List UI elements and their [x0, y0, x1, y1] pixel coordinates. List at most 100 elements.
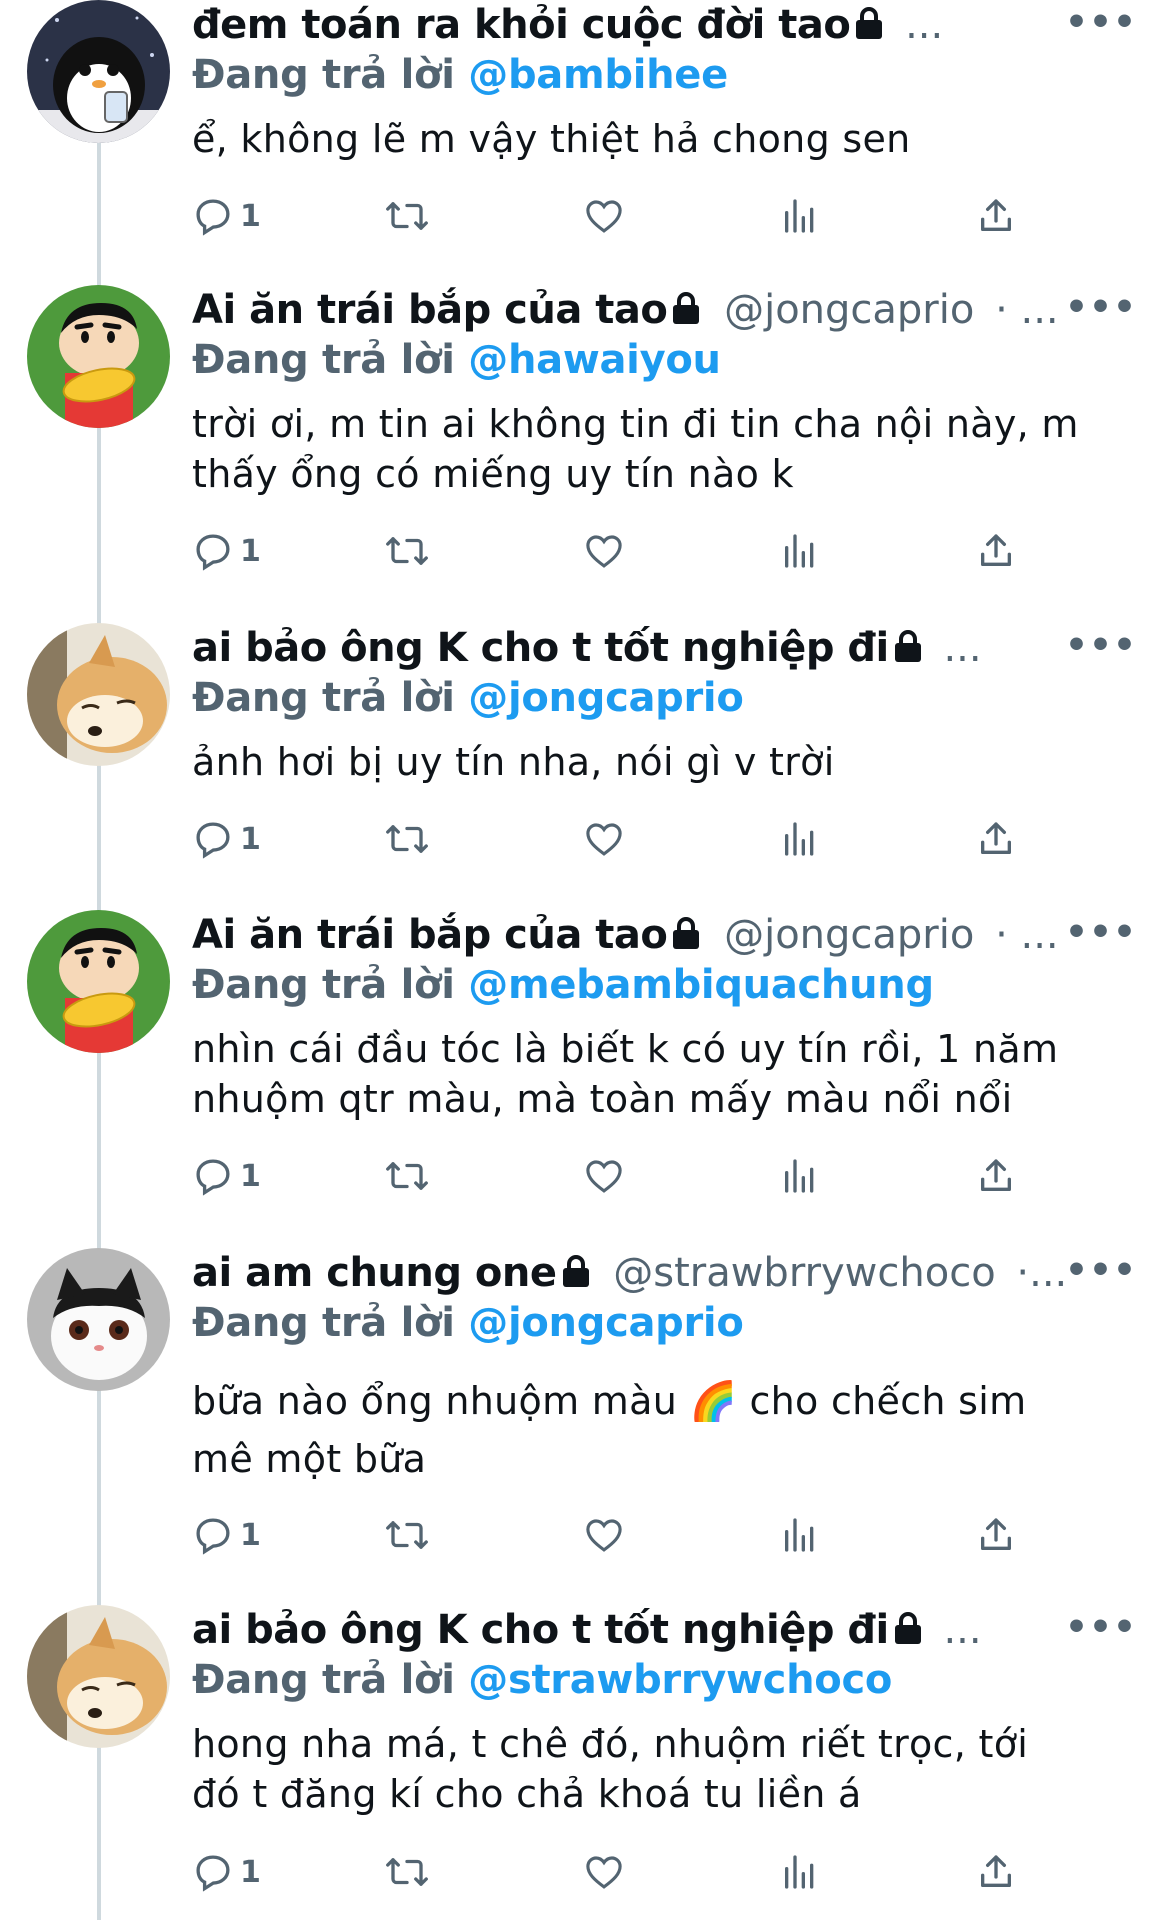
share-button[interactable]	[976, 526, 1016, 576]
shinchan-corn-avatar[interactable]	[27, 285, 170, 428]
action-bar: 1	[192, 1847, 1032, 1897]
reply-button[interactable]: 1	[192, 1151, 261, 1201]
share-button[interactable]	[976, 191, 1016, 241]
mention-link[interactable]: @bambihee	[468, 52, 728, 98]
replying-to-line: Đang trả lời @mebambiquachung	[192, 960, 1085, 1010]
heart-icon	[586, 823, 622, 856]
replying-to-line: Đang trả lời @jongcaprio	[192, 1298, 1085, 1348]
share-button[interactable]	[976, 1151, 1016, 1201]
retweet-button[interactable]	[384, 1847, 430, 1897]
like-button[interactable]	[582, 1510, 626, 1560]
like-button[interactable]	[582, 1847, 626, 1897]
more-options-button[interactable]: •••	[1065, 1250, 1137, 1291]
analytics-button[interactable]	[780, 1510, 820, 1560]
sleeping-dog-avatar[interactable]	[27, 1605, 170, 1748]
retweet-button[interactable]	[384, 814, 430, 864]
retweet-button[interactable]	[384, 191, 430, 241]
lock-icon	[673, 292, 700, 324]
like-button[interactable]	[582, 814, 626, 864]
share-icon	[981, 1855, 1011, 1887]
header-ellipsis: ...	[943, 625, 982, 671]
analytics-button[interactable]	[780, 814, 820, 864]
replying-prefix: Đang trả lời	[192, 962, 455, 1008]
lock-icon	[894, 630, 921, 662]
share-button[interactable]	[976, 1847, 1016, 1897]
analytics-icon	[785, 1518, 814, 1552]
reply-count: 1	[240, 821, 261, 857]
tweet-text-line: trời ơi, m tin ai không tin đi tin cha n…	[192, 402, 1079, 446]
header-ellipsis: · ...	[995, 912, 1059, 958]
analytics-button[interactable]	[780, 1847, 820, 1897]
retweet-icon	[386, 202, 428, 230]
lock-icon	[673, 917, 700, 949]
more-options-button[interactable]: •••	[1065, 625, 1137, 666]
tweet-header: ai am chung one @strawbrrywchoco ·...	[192, 1248, 1085, 1298]
tweet-text-line: nhìn cái đầu tóc là biết k có uy tín rồi…	[192, 1027, 1059, 1071]
display-name[interactable]: Ai ăn trái bắp của tao	[192, 287, 668, 333]
action-bar: 1	[192, 814, 1032, 864]
share-icon	[981, 534, 1011, 566]
sleeping-dog-avatar[interactable]	[27, 623, 170, 766]
mention-link[interactable]: @strawbrrywchoco	[468, 1657, 892, 1703]
analytics-button[interactable]	[780, 191, 820, 241]
reply-count: 1	[240, 1517, 261, 1553]
tweet-header: ai bảo ông K cho t tốt nghiệp đi ...	[192, 1605, 1085, 1655]
reply-button[interactable]: 1	[192, 526, 261, 576]
tweet-header: đem toán ra khỏi cuộc đời tao ...	[192, 0, 1085, 50]
penguin-avatar[interactable]	[27, 0, 170, 143]
like-button[interactable]	[582, 1151, 626, 1201]
display-name[interactable]: đem toán ra khỏi cuộc đời tao	[192, 2, 851, 48]
more-options-button[interactable]: •••	[1065, 912, 1137, 953]
reply-button[interactable]: 1	[192, 814, 261, 864]
tweet-text: bữa nào ổng nhuộm màu 🌈 cho chếch sim mê …	[192, 1372, 1085, 1488]
tweet-text: trời ơi, m tin ai không tin đi tin cha n…	[192, 399, 1085, 499]
replying-prefix: Đang trả lời	[192, 1657, 455, 1703]
retweet-button[interactable]	[384, 1510, 430, 1560]
more-options-button[interactable]: •••	[1065, 1607, 1137, 1648]
reply-button[interactable]: 1	[192, 1510, 261, 1560]
action-bar: 1	[192, 191, 1032, 241]
display-name[interactable]: Ai ăn trái bắp của tao	[192, 912, 668, 958]
user-handle[interactable]: @jongcaprio	[724, 287, 974, 333]
user-handle[interactable]: @strawbrrywchoco	[613, 1250, 995, 1296]
analytics-button[interactable]	[780, 526, 820, 576]
mention-link[interactable]: @mebambiquachung	[468, 962, 934, 1008]
reply-button[interactable]: 1	[192, 191, 261, 241]
display-name[interactable]: ai bảo ông K cho t tốt nghiệp đi	[192, 625, 889, 671]
more-options-button[interactable]: •••	[1065, 287, 1137, 328]
retweet-icon	[386, 1521, 428, 1549]
reply-icon	[196, 199, 230, 236]
retweet-icon	[386, 537, 428, 565]
reply-button[interactable]: 1	[192, 1847, 261, 1897]
tweet-text: ể, không lẽ m vậy thiệt hả chong sen	[192, 114, 1085, 164]
mention-link[interactable]: @jongcaprio	[468, 1300, 744, 1346]
shinchan-corn-avatar[interactable]	[27, 910, 170, 1053]
share-button[interactable]	[976, 1510, 1016, 1560]
reply-count: 1	[240, 1158, 261, 1194]
display-name[interactable]: ai am chung one	[192, 1250, 557, 1296]
mention-link[interactable]: @jongcaprio	[468, 675, 744, 721]
heart-icon	[586, 535, 622, 568]
tweet-header: Ai ăn trái bắp của tao @jongcaprio · ...	[192, 285, 1085, 335]
share-icon	[981, 822, 1011, 854]
tweet-text: hong nha má, t chê đó, nhuộm riết trọc, …	[192, 1719, 1085, 1819]
heart-icon	[586, 1519, 622, 1552]
more-options-button[interactable]: •••	[1065, 2, 1137, 43]
retweet-button[interactable]	[384, 1151, 430, 1201]
like-button[interactable]	[582, 526, 626, 576]
retweet-button[interactable]	[384, 526, 430, 576]
tweet-header: Ai ăn trái bắp của tao @jongcaprio · ...	[192, 910, 1085, 960]
share-button[interactable]	[976, 814, 1016, 864]
cat-avatar[interactable]	[27, 1248, 170, 1391]
analytics-icon	[785, 1159, 814, 1193]
lock-icon	[894, 1612, 921, 1644]
tweet-header: ai bảo ông K cho t tốt nghiệp đi ...	[192, 623, 1085, 673]
replying-to-line: Đang trả lời @strawbrrywchoco	[192, 1655, 1085, 1705]
user-handle[interactable]: @jongcaprio	[724, 912, 974, 958]
like-button[interactable]	[582, 191, 626, 241]
display-name[interactable]: ai bảo ông K cho t tốt nghiệp đi	[192, 1607, 889, 1653]
mention-link[interactable]: @hawaiyou	[468, 337, 721, 383]
lock-icon	[856, 7, 883, 39]
replying-to-line: Đang trả lời @bambihee	[192, 50, 1085, 100]
analytics-button[interactable]	[780, 1151, 820, 1201]
